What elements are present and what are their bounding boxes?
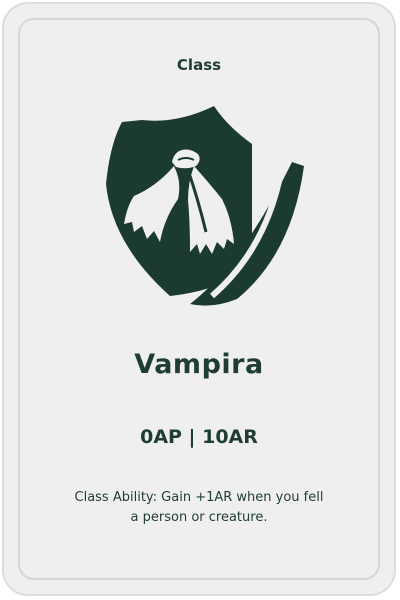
card-ability-text: Class Ability: Gain +1AR when you fell a… bbox=[74, 490, 324, 525]
card-type-label: Class bbox=[176, 56, 222, 74]
shield-cape-icon bbox=[102, 104, 312, 314]
class-card: Class Vampira 0AP | 10AR Class Ability: … bbox=[2, 2, 396, 596]
card-stats: 0AP | 10AR bbox=[140, 426, 258, 448]
card-name: Vampira bbox=[134, 349, 264, 380]
